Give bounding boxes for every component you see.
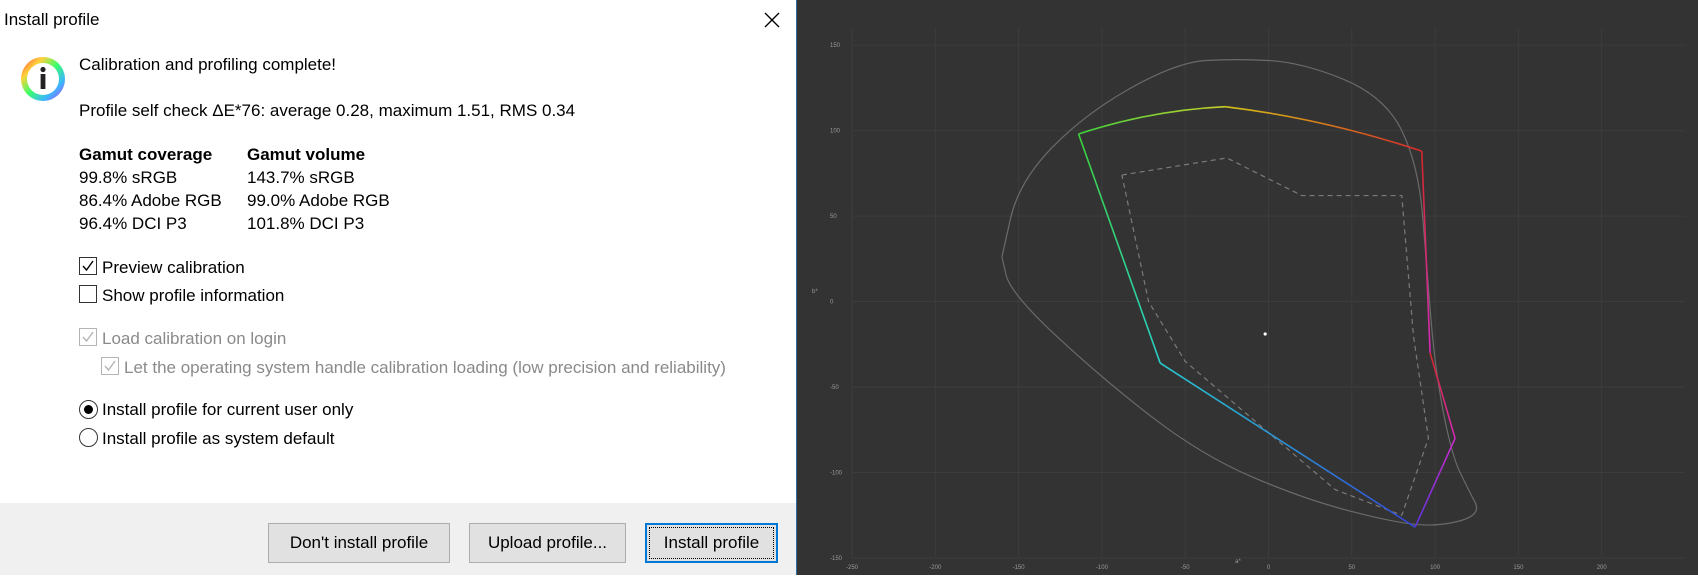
install-profile-dialog: Install profile Calibration and profilin… bbox=[0, 0, 797, 575]
preview-calibration-label[interactable]: Preview calibration bbox=[102, 258, 245, 278]
gamut-volume-header: Gamut volume bbox=[247, 145, 366, 164]
x-tick-label: 0 bbox=[1267, 565, 1271, 571]
info-icon bbox=[21, 57, 65, 101]
install-system-default-label[interactable]: Install profile as system default bbox=[102, 429, 334, 449]
x-tick-label: -250 bbox=[846, 565, 859, 571]
y-tick-label: 150 bbox=[830, 43, 841, 49]
install-system-default-radio[interactable] bbox=[79, 428, 98, 447]
gamut-edge-segment bbox=[1429, 352, 1456, 439]
x-tick-label: 200 bbox=[1597, 565, 1608, 571]
completion-heading: Calibration and profiling complete! bbox=[79, 55, 337, 74]
checkmark-icon bbox=[82, 331, 94, 343]
coverage-srgb: 99.8% sRGB bbox=[79, 168, 178, 187]
dont-install-button[interactable]: Don't install profile bbox=[268, 523, 450, 563]
window-title: Install profile bbox=[4, 10, 100, 29]
volume-adobe-rgb: 99.0% Adobe RGB bbox=[247, 191, 390, 210]
x-tick-label: -150 bbox=[1013, 565, 1026, 571]
y-tick-label: -50 bbox=[830, 385, 839, 391]
gamut-edge-segment bbox=[1077, 133, 1161, 364]
x-tick-label: 100 bbox=[1430, 565, 1441, 571]
x-tick-label: -100 bbox=[1096, 565, 1109, 571]
gamut-edge-segment bbox=[1420, 151, 1431, 353]
install-current-user-radio[interactable] bbox=[79, 400, 98, 419]
volume-dci-p3: 101.8% DCI P3 bbox=[247, 214, 365, 233]
checkmark-icon bbox=[82, 260, 94, 272]
white-point-dot bbox=[1263, 332, 1267, 336]
x-tick-label: 50 bbox=[1348, 565, 1355, 571]
gamut-coverage-header: Gamut coverage bbox=[79, 145, 213, 164]
gamut-edge-segment bbox=[1078, 105, 1226, 135]
show-profile-info-checkbox[interactable] bbox=[79, 285, 97, 303]
load-on-login-checkbox[interactable] bbox=[79, 328, 97, 346]
y-tick-label: 50 bbox=[830, 214, 837, 220]
install-current-user-label[interactable]: Install profile for current user only bbox=[102, 400, 353, 420]
white-point-marker bbox=[1263, 332, 1267, 336]
y-axis-label: b* bbox=[812, 289, 818, 295]
os-handle-calibration-label[interactable]: Let the operating system handle calibrat… bbox=[124, 358, 726, 378]
coverage-dci-p3: 96.4% DCI P3 bbox=[79, 214, 187, 233]
gamut-plot-panel: -250 -200 -150 -100 -50 0 50 100 150 200 150 100 50 0… bbox=[797, 0, 1698, 575]
x-axis-label: a* bbox=[1235, 559, 1241, 565]
srgb-gamut-outline bbox=[1121, 157, 1430, 517]
x-tick-label: 150 bbox=[1513, 565, 1524, 571]
y-tick-label: 0 bbox=[830, 300, 834, 306]
y-tick-label: -150 bbox=[830, 556, 843, 562]
button-bar: Don't install profile Upload profile... … bbox=[0, 503, 796, 575]
checkmark-icon bbox=[104, 360, 116, 372]
volume-srgb: 143.7% sRGB bbox=[247, 168, 355, 187]
close-button[interactable] bbox=[752, 0, 792, 40]
preview-calibration-checkbox[interactable] bbox=[79, 257, 97, 275]
gamut-edge-segment bbox=[1159, 362, 1416, 528]
self-check-text: Profile self check ΔE*76: average 0.28, … bbox=[79, 101, 576, 120]
os-handle-calibration-checkbox[interactable] bbox=[101, 357, 119, 375]
display-gamut-outline bbox=[1077, 105, 1456, 528]
x-tick-label: -200 bbox=[929, 565, 942, 571]
y-tick-label: 100 bbox=[830, 129, 841, 135]
load-on-login-label[interactable]: Load calibration on login bbox=[102, 329, 286, 349]
coverage-adobe-rgb: 86.4% Adobe RGB bbox=[79, 191, 222, 210]
x-tick-label: -50 bbox=[1181, 565, 1190, 571]
reference-gamut-outline bbox=[1001, 59, 1478, 526]
gamut-plot: -250 -200 -150 -100 -50 0 50 100 150 200 150 100 50 0… bbox=[812, 28, 1685, 571]
close-icon bbox=[764, 12, 780, 28]
install-profile-button[interactable]: Install profile bbox=[645, 523, 778, 563]
gamut-edge-segment bbox=[1225, 105, 1423, 152]
show-profile-info-label[interactable]: Show profile information bbox=[102, 286, 284, 306]
upload-profile-button[interactable]: Upload profile... bbox=[469, 523, 626, 563]
y-tick-label: -100 bbox=[830, 471, 843, 477]
title-bar: Install profile bbox=[0, 0, 796, 40]
